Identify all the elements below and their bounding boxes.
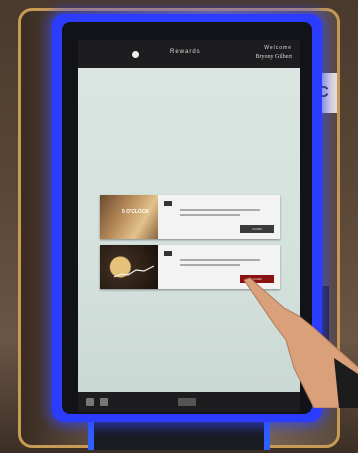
brand-logo-icon xyxy=(164,251,172,256)
card-text-line xyxy=(180,209,260,211)
header-title: Rewards xyxy=(170,49,201,55)
reward-card-2-image xyxy=(100,245,158,289)
reward-card-1-image: 5 O'CLOCK xyxy=(100,195,158,239)
brand-logo-icon xyxy=(164,201,172,206)
reward-card-1-image-text: 5 O'CLOCK xyxy=(122,209,150,215)
footer-icon[interactable] xyxy=(86,398,94,406)
footer-home-icon[interactable] xyxy=(178,398,196,406)
card-text-line xyxy=(180,264,240,266)
claim-button-1[interactable]: CLAIM xyxy=(240,225,274,233)
pointing-hand xyxy=(244,277,358,408)
trend-line-graphic xyxy=(114,265,154,278)
card-text-line xyxy=(180,214,240,216)
welcome-label: Welcome xyxy=(264,45,292,51)
reward-card-1[interactable]: 5 O'CLOCK CLAIM xyxy=(100,195,280,239)
welcome-block: Welcome Bryony Gilbert xyxy=(256,44,293,62)
footer-icon[interactable] xyxy=(100,398,108,406)
card-text-line xyxy=(180,259,260,261)
screen-header: Rewards Welcome Bryony Gilbert xyxy=(78,40,300,68)
header-dot-icon xyxy=(132,51,139,58)
user-name: Bryony Gilbert xyxy=(255,54,293,60)
